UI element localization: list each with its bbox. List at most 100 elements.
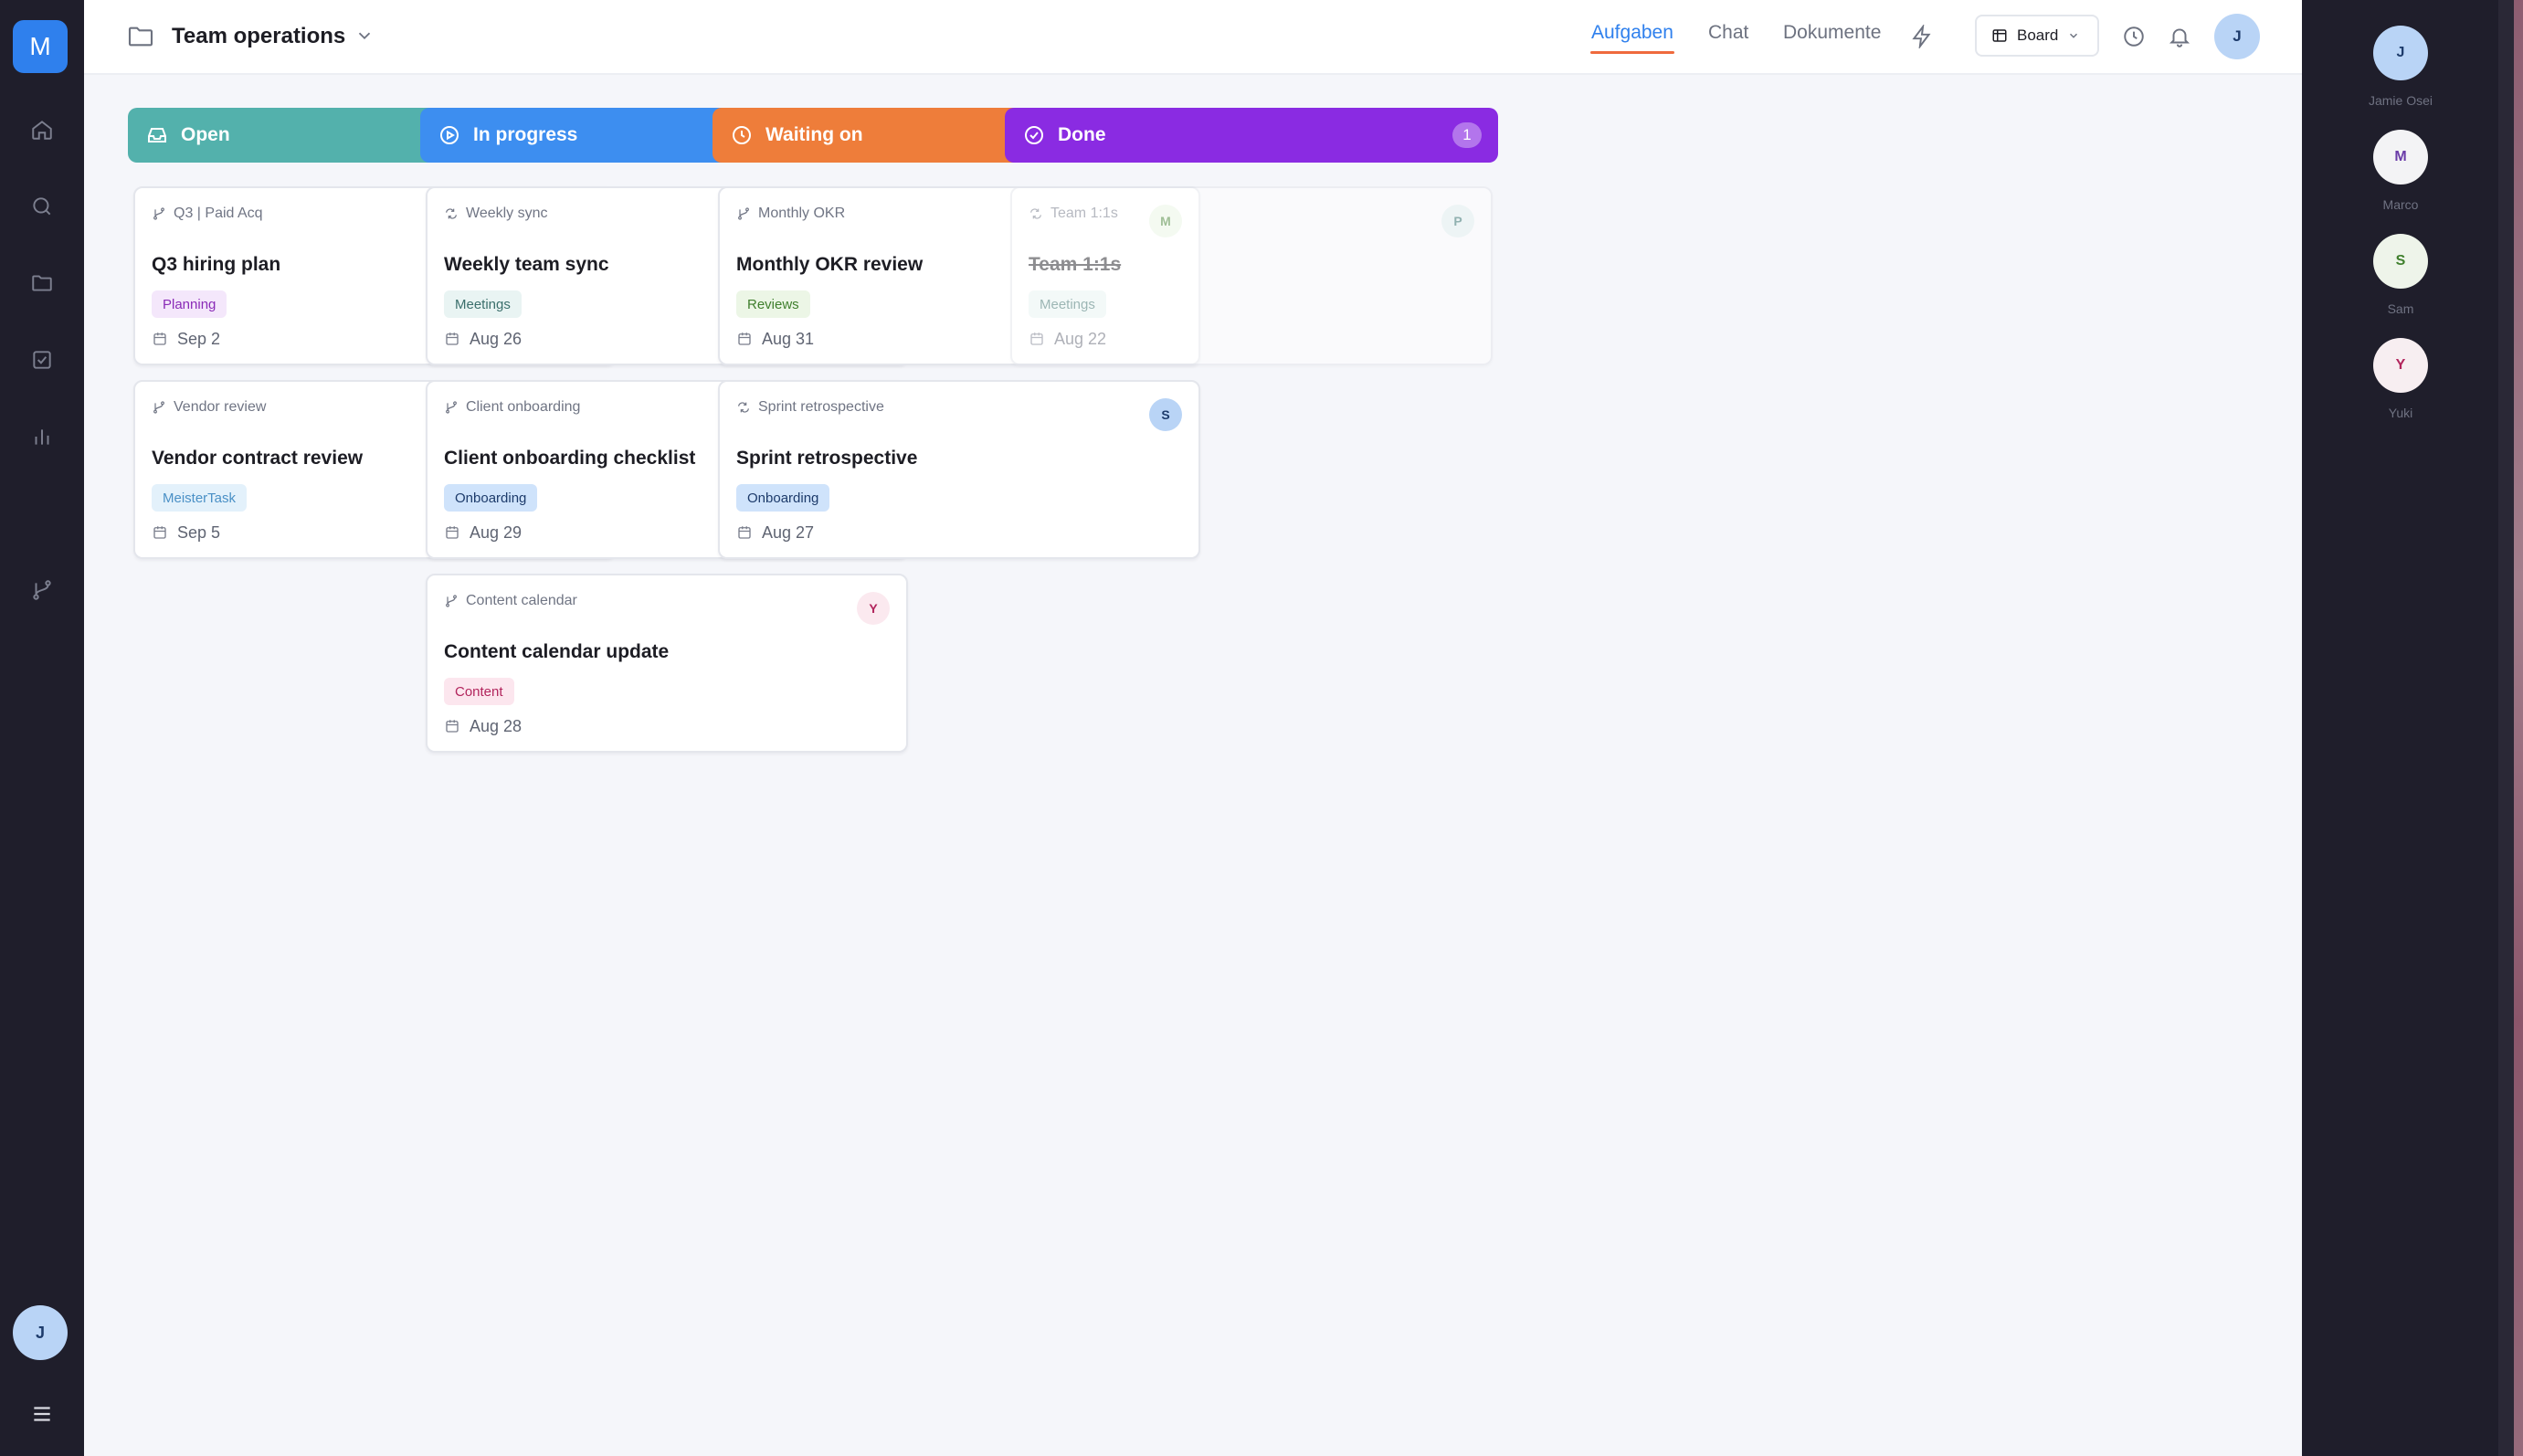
app-logo-button[interactable]: M — [13, 20, 68, 73]
member-name: Marco — [2382, 197, 2419, 212]
projects-button[interactable] — [24, 265, 60, 301]
card-tag[interactable]: Onboarding — [444, 484, 538, 512]
card-tag[interactable]: Onboarding — [736, 484, 830, 512]
play-circle-icon — [440, 126, 459, 144]
calendar-icon — [1030, 332, 1043, 345]
card-reference-label: Q3 | Paid Acq — [174, 206, 263, 221]
search-button[interactable] — [24, 188, 60, 225]
card-tag[interactable]: Reviews — [736, 290, 810, 318]
tab-chat[interactable]: Chat — [1708, 20, 1748, 46]
search-icon — [33, 197, 51, 216]
card-due-date: Sep 5 — [152, 522, 220, 543]
card-reference-label: Client onboarding — [466, 399, 581, 415]
column-title: In progress — [473, 124, 578, 145]
history-button[interactable] — [2116, 18, 2152, 55]
member-name: Jamie Osei — [2368, 93, 2433, 108]
member-avatar[interactable]: S — [2373, 234, 2428, 289]
branch-icon — [446, 595, 457, 607]
hamburger-icon — [34, 1407, 50, 1421]
tab-aufgaben[interactable]: Aufgaben — [1591, 20, 1673, 46]
card-title: Weekly team sync — [444, 254, 609, 275]
automations-button[interactable] — [1904, 18, 1940, 55]
lightning-icon — [1912, 25, 1931, 48]
task-card[interactable]: Team 1:1s P Team 1:1s Meetings Aug 22 — [1010, 186, 1493, 365]
card-due-date: Aug 26 — [444, 329, 522, 349]
card-reference: Weekly sync — [444, 205, 548, 223]
project-title[interactable]: Team operations — [172, 22, 345, 51]
member-item[interactable]: J Jamie Osei — [2369, 26, 2433, 108]
branch-icon — [153, 401, 164, 414]
folder-icon — [32, 275, 52, 291]
card-assignee-avatar[interactable]: P — [1441, 205, 1474, 237]
card-title: Team 1:1s — [1029, 254, 1122, 275]
calendar-icon — [738, 526, 751, 539]
checkbox-icon — [33, 351, 51, 369]
repeat-icon — [446, 208, 457, 219]
card-due-date: Aug 28 — [444, 716, 522, 736]
member-avatar[interactable]: Y — [2373, 338, 2428, 393]
card-reference-label: Vendor review — [174, 399, 267, 415]
integrations-button[interactable] — [24, 572, 60, 608]
calendar-icon — [738, 332, 751, 345]
member-name: Sam — [2387, 301, 2414, 316]
calendar-icon — [153, 332, 166, 345]
card-due-date-label: Aug 31 — [762, 330, 815, 348]
column-title: Open — [181, 124, 230, 145]
card-title: Vendor contract review — [152, 448, 364, 469]
calendar-icon — [446, 526, 459, 539]
card-due-date-label: Sep 5 — [177, 523, 221, 542]
task-card[interactable]: Sprint retrospective S Sprint retrospectiv… — [718, 380, 1200, 559]
repeat-icon — [1030, 208, 1041, 219]
member-item[interactable]: Y Yuki — [2373, 338, 2428, 420]
card-due-date: Aug 22 — [1029, 329, 1106, 349]
clock-icon — [2124, 26, 2144, 47]
main-area: Team operations Aufgaben Chat Dokumente … — [84, 0, 2302, 1456]
branch-icon — [153, 207, 164, 220]
card-due-date-label: Aug 27 — [762, 523, 815, 542]
card-tag[interactable]: MeisterTask — [152, 484, 248, 512]
card-reference: Team 1:1s — [1029, 205, 1118, 223]
card-tag[interactable]: Meetings — [444, 290, 522, 318]
card-reference: Q3 | Paid Acq — [152, 205, 263, 223]
member-name: Yuki — [2388, 406, 2413, 420]
card-reference-label: Weekly sync — [466, 206, 548, 221]
card-tag[interactable]: Content — [444, 678, 514, 705]
member-avatar[interactable]: M — [2373, 130, 2428, 185]
column-done: Done 1 — [1005, 108, 1498, 163]
background-edge — [2514, 0, 2523, 1456]
view-selector-label: Board — [2017, 26, 2059, 44]
card-due-date: Aug 27 — [736, 522, 814, 543]
member-item[interactable]: M Marco — [2373, 130, 2428, 212]
card-assignee-avatar[interactable]: Y — [857, 592, 890, 625]
card-title: Monthly OKR review — [736, 254, 924, 275]
active-tab-indicator — [1590, 51, 1674, 54]
branch-icon — [33, 580, 51, 600]
card-reference-label: Content calendar — [466, 593, 577, 608]
home-button[interactable] — [24, 111, 60, 148]
bar-chart-icon — [35, 429, 49, 445]
card-due-date-label: Aug 22 — [1054, 330, 1107, 348]
board-layout-icon — [1992, 29, 2007, 42]
column-header[interactable]: Done 1 — [1005, 108, 1498, 163]
branch-icon — [738, 207, 749, 220]
member-avatar[interactable]: J — [2373, 26, 2428, 80]
chevron-down-icon[interactable] — [354, 26, 375, 46]
view-selector[interactable]: Board — [1975, 15, 2099, 57]
task-card[interactable]: Content calendar Y Content calendar update… — [426, 574, 908, 753]
card-tag[interactable]: Meetings — [1029, 290, 1106, 318]
tab-dokumente[interactable]: Dokumente — [1783, 20, 1881, 46]
card-title: Client onboarding checklist — [444, 448, 696, 469]
member-item[interactable]: S Sam — [2373, 234, 2428, 316]
tasks-button[interactable] — [24, 342, 60, 378]
column-title: Done — [1058, 124, 1106, 145]
left-rail: M J — [0, 0, 84, 1456]
notifications-button[interactable] — [2161, 18, 2198, 55]
reports-button[interactable] — [24, 418, 60, 455]
card-assignee-avatar[interactable]: S — [1149, 398, 1182, 431]
user-avatar[interactable]: J — [2214, 14, 2260, 59]
column-count-badge: 1 — [1452, 122, 1482, 148]
menu-button[interactable] — [24, 1396, 60, 1432]
rail-user-avatar[interactable]: J — [13, 1305, 68, 1360]
card-due-date-label: Sep 2 — [177, 330, 221, 348]
card-tag[interactable]: Planning — [152, 290, 227, 318]
